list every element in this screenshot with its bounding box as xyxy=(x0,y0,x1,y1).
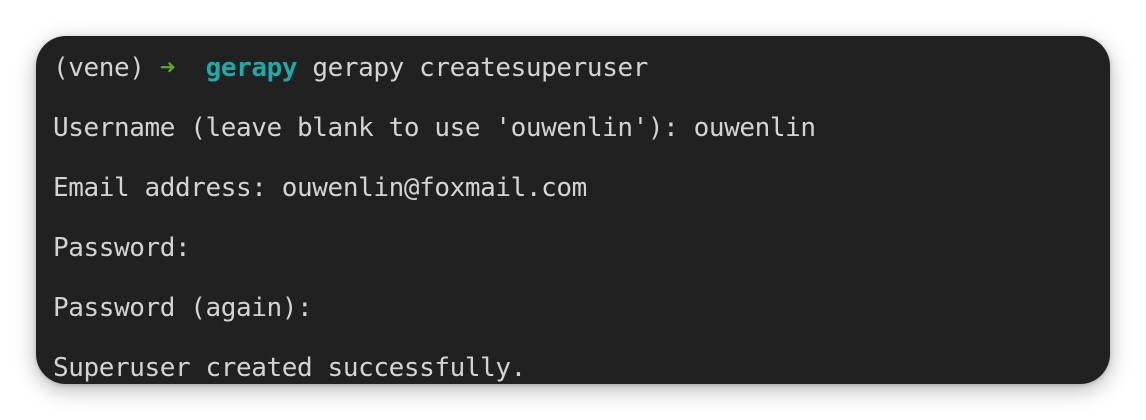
prompt-arrow-icon: ➜ xyxy=(159,53,176,83)
output-line-password: Password: xyxy=(53,233,191,263)
output-line-password-again: Password (again): xyxy=(53,293,313,323)
output-line-username: Username (leave blank to use 'ouwenlin')… xyxy=(53,113,816,143)
command-text: gerapy createsuperuser xyxy=(312,53,648,83)
terminal-window[interactable]: (vene) ➜ gerapy gerapy createsuperuser U… xyxy=(36,36,1110,384)
venv-label: (vene) xyxy=(53,53,145,83)
prompt-line: (vene) ➜ gerapy gerapy createsuperuser xyxy=(53,48,648,88)
output-line-email: Email address: ouwenlin@foxmail.com xyxy=(53,173,587,203)
screenshot-stage: (vene) ➜ gerapy gerapy createsuperuser U… xyxy=(0,0,1146,420)
current-directory: gerapy xyxy=(205,53,298,83)
output-line-success: Superuser created successfully. xyxy=(53,353,526,383)
